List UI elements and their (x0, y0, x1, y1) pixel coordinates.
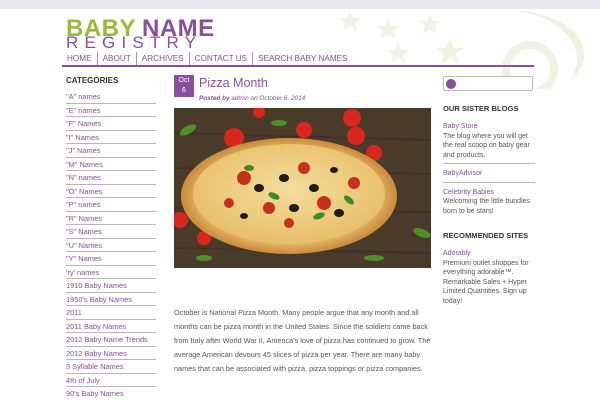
post-meta: Posted by admin on October 6, 2014 (199, 95, 305, 102)
sister-blog-entry: Baby Store The blog where you will get t… (443, 122, 535, 164)
search-box (443, 76, 533, 91)
top-bar (0, 0, 600, 9)
category-link[interactable]: "E" names (66, 104, 156, 117)
sister-blog-entry: BabyAdvisor (443, 169, 535, 183)
category-link[interactable]: "R" Names (66, 212, 156, 225)
sister-blog-link[interactable]: Celebrity Babies (443, 188, 535, 198)
sister-blog-link[interactable]: Baby Store (443, 122, 535, 132)
category-link[interactable]: "I" Names (66, 131, 156, 144)
recommended-site-entry: Adorably Premium outlet shoppes for ever… (443, 249, 535, 309)
category-link[interactable]: "A" names (66, 90, 156, 104)
post-meta-date: October 6, 2014 (259, 95, 306, 102)
search-input[interactable] (458, 77, 532, 90)
main-nav: HOME ABOUT ARCHIVES CONTACT US SEARCH BA… (62, 52, 353, 65)
search-icon[interactable] (446, 79, 456, 89)
post-date-month: Oct (178, 77, 190, 84)
category-link[interactable]: "M" Names (66, 158, 156, 171)
category-link[interactable]: 2012 Baby Name Trends (66, 333, 156, 347)
category-link[interactable]: 2011 Baby Names (66, 320, 156, 333)
recommended-site-desc: Premium outlet shoppes for everything ad… (443, 259, 529, 305)
category-link[interactable]: "J" Names (66, 144, 156, 158)
sister-blog-desc: The blog where you will get the real sco… (443, 132, 530, 159)
category-link[interactable]: "Y" Names (66, 252, 156, 266)
nav-archives[interactable]: ARCHIVES (137, 52, 190, 65)
category-link[interactable]: 90's Baby Names (66, 387, 156, 400)
nav-contact-us[interactable]: CONTACT US (190, 52, 254, 65)
category-link[interactable]: 2012 Baby Names (66, 347, 156, 360)
post-meta-on: on (250, 95, 258, 102)
pizza-photo (174, 108, 431, 268)
post-author-link[interactable]: admin (231, 95, 248, 102)
post-date-badge: Oct 6 (174, 75, 194, 97)
category-link[interactable]: 3 Syllable Names (66, 360, 156, 374)
nav-divider (62, 65, 534, 67)
category-link[interactable]: 1910 Baby Names (66, 279, 156, 293)
category-link[interactable]: "S" Names (66, 225, 156, 239)
category-link[interactable]: "N" names (66, 171, 156, 185)
category-link[interactable]: 'ry' names (66, 266, 156, 279)
sister-blog-desc: Welcoming the little bundles born to be … (443, 198, 531, 215)
nav-home[interactable]: HOME (62, 52, 98, 65)
nav-search-baby-names[interactable]: SEARCH BABY NAMES (253, 52, 352, 65)
categories-sidebar: CATEGORIES "A" names "E" names "F" Names… (66, 76, 156, 400)
category-link[interactable]: "O" Names (66, 185, 156, 198)
post-body: October is National Pizza Month. Many pe… (174, 308, 431, 373)
category-link[interactable]: "P" names (66, 198, 156, 212)
post-title[interactable]: Pizza Month (199, 76, 268, 90)
recommended-site-link[interactable]: Adorably (443, 249, 535, 259)
categories-heading: CATEGORIES (66, 76, 119, 85)
nav-about[interactable]: ABOUT (98, 52, 137, 65)
recommended-sites-heading: RECOMMENDED SITES (443, 231, 529, 240)
sister-blog-entry: Celebrity Babies Welcoming the little bu… (443, 188, 535, 220)
logo-word-registry[interactable]: REGISTRY (66, 34, 202, 52)
category-link[interactable]: 2011 (66, 306, 156, 320)
right-sidebar: OUR SISTER BLOGS Baby Store The blog whe… (443, 104, 535, 314)
sister-blog-link[interactable]: BabyAdvisor (443, 169, 535, 179)
category-link[interactable]: "F" Names (66, 117, 156, 131)
category-link[interactable]: "U" Names (66, 239, 156, 252)
sister-blogs-heading: OUR SISTER BLOGS (443, 104, 519, 113)
post-meta-posted-by: Posted by (199, 95, 230, 102)
post-date-day: 6 (182, 87, 186, 94)
category-link[interactable]: 1950's Baby Names (66, 293, 156, 306)
category-link[interactable]: 4th of July (66, 374, 156, 387)
